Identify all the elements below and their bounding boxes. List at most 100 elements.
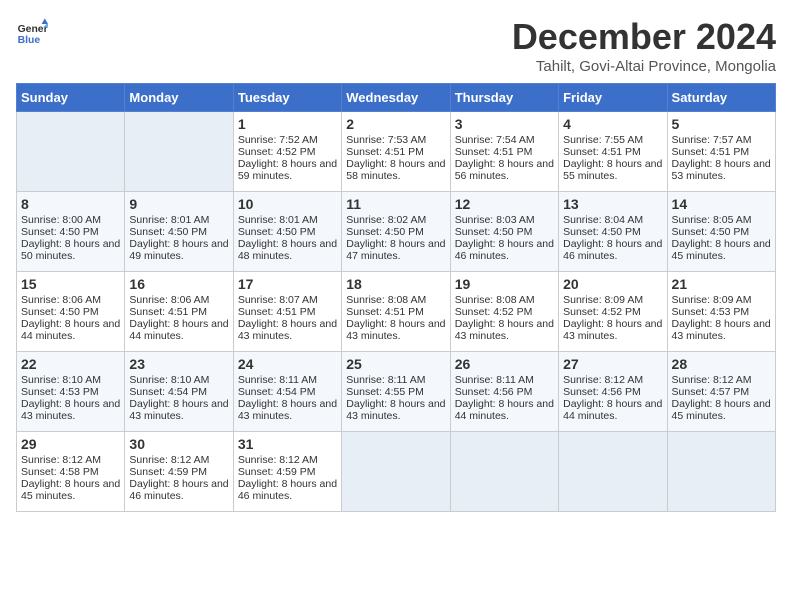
sunrise-text: Sunrise: 7:53 AM xyxy=(346,134,426,146)
daylight-text: Daylight: 8 hours and 46 minutes. xyxy=(455,238,554,262)
day-number: 12 xyxy=(455,196,554,212)
sunrise-text: Sunrise: 8:10 AM xyxy=(129,374,209,386)
calendar-cell: 14Sunrise: 8:05 AMSunset: 4:50 PMDayligh… xyxy=(667,192,775,272)
sunrise-text: Sunrise: 8:11 AM xyxy=(455,374,534,386)
calendar-cell: 3Sunrise: 7:54 AMSunset: 4:51 PMDaylight… xyxy=(450,112,558,192)
sunrise-text: Sunrise: 7:52 AM xyxy=(238,134,318,146)
calendar-cell: 5Sunrise: 7:57 AMSunset: 4:51 PMDaylight… xyxy=(667,112,775,192)
daylight-text: Daylight: 8 hours and 45 minutes. xyxy=(672,398,771,422)
day-number: 30 xyxy=(129,436,228,452)
sunset-text: Sunset: 4:54 PM xyxy=(129,386,207,398)
day-number: 20 xyxy=(563,276,662,292)
day-number: 23 xyxy=(129,356,228,372)
sunset-text: Sunset: 4:50 PM xyxy=(129,226,207,238)
sunrise-text: Sunrise: 8:12 AM xyxy=(672,374,752,386)
sunrise-text: Sunrise: 8:12 AM xyxy=(238,454,318,466)
daylight-text: Daylight: 8 hours and 44 minutes. xyxy=(563,398,662,422)
day-number: 10 xyxy=(238,196,337,212)
calendar-cell: 12Sunrise: 8:03 AMSunset: 4:50 PMDayligh… xyxy=(450,192,558,272)
calendar-week-row: 8Sunrise: 8:00 AMSunset: 4:50 PMDaylight… xyxy=(17,192,776,272)
calendar-cell: 2Sunrise: 7:53 AMSunset: 4:51 PMDaylight… xyxy=(342,112,450,192)
day-number: 5 xyxy=(672,116,771,132)
day-number: 19 xyxy=(455,276,554,292)
sunset-text: Sunset: 4:50 PM xyxy=(455,226,533,238)
daylight-text: Daylight: 8 hours and 48 minutes. xyxy=(238,238,337,262)
day-number: 21 xyxy=(672,276,771,292)
sunset-text: Sunset: 4:52 PM xyxy=(238,146,316,158)
day-number: 27 xyxy=(563,356,662,372)
calendar-cell: 17Sunrise: 8:07 AMSunset: 4:51 PMDayligh… xyxy=(233,272,341,352)
day-number: 29 xyxy=(21,436,120,452)
daylight-text: Daylight: 8 hours and 44 minutes. xyxy=(129,318,228,342)
sunrise-text: Sunrise: 8:06 AM xyxy=(129,294,209,306)
daylight-text: Daylight: 8 hours and 43 minutes. xyxy=(346,398,445,422)
daylight-text: Daylight: 8 hours and 59 minutes. xyxy=(238,158,337,182)
page-header: General Blue December 2024 Tahilt, Govi-… xyxy=(16,16,776,75)
daylight-text: Daylight: 8 hours and 43 minutes. xyxy=(346,318,445,342)
daylight-text: Daylight: 8 hours and 45 minutes. xyxy=(672,238,771,262)
logo-icon: General Blue xyxy=(16,16,48,48)
svg-text:Blue: Blue xyxy=(18,35,41,46)
daylight-text: Daylight: 8 hours and 46 minutes. xyxy=(563,238,662,262)
sunset-text: Sunset: 4:51 PM xyxy=(563,146,641,158)
sunrise-text: Sunrise: 8:04 AM xyxy=(563,214,643,226)
location-title: Tahilt, Govi-Altai Province, Mongolia xyxy=(512,58,776,75)
sunset-text: Sunset: 4:50 PM xyxy=(238,226,316,238)
calendar-header-cell: Wednesday xyxy=(342,84,450,112)
calendar-cell: 20Sunrise: 8:09 AMSunset: 4:52 PMDayligh… xyxy=(559,272,667,352)
day-number: 13 xyxy=(563,196,662,212)
calendar-header-cell: Friday xyxy=(559,84,667,112)
sunrise-text: Sunrise: 8:09 AM xyxy=(563,294,643,306)
day-number: 28 xyxy=(672,356,771,372)
sunset-text: Sunset: 4:51 PM xyxy=(346,306,424,318)
calendar-cell: 24Sunrise: 8:11 AMSunset: 4:54 PMDayligh… xyxy=(233,352,341,432)
day-number: 16 xyxy=(129,276,228,292)
day-number: 11 xyxy=(346,196,445,212)
daylight-text: Daylight: 8 hours and 44 minutes. xyxy=(455,398,554,422)
daylight-text: Daylight: 8 hours and 43 minutes. xyxy=(129,398,228,422)
daylight-text: Daylight: 8 hours and 50 minutes. xyxy=(21,238,120,262)
sunrise-text: Sunrise: 8:12 AM xyxy=(21,454,101,466)
calendar-header-cell: Thursday xyxy=(450,84,558,112)
day-number: 3 xyxy=(455,116,554,132)
calendar-cell: 29Sunrise: 8:12 AMSunset: 4:58 PMDayligh… xyxy=(17,432,125,512)
sunrise-text: Sunrise: 8:01 AM xyxy=(129,214,209,226)
sunset-text: Sunset: 4:52 PM xyxy=(563,306,641,318)
day-number: 15 xyxy=(21,276,120,292)
calendar-cell: 9Sunrise: 8:01 AMSunset: 4:50 PMDaylight… xyxy=(125,192,233,272)
calendar-cell: 10Sunrise: 8:01 AMSunset: 4:50 PMDayligh… xyxy=(233,192,341,272)
calendar-week-row: 29Sunrise: 8:12 AMSunset: 4:58 PMDayligh… xyxy=(17,432,776,512)
daylight-text: Daylight: 8 hours and 47 minutes. xyxy=(346,238,445,262)
svg-text:General: General xyxy=(18,24,48,35)
sunset-text: Sunset: 4:53 PM xyxy=(21,386,99,398)
calendar-cell: 27Sunrise: 8:12 AMSunset: 4:56 PMDayligh… xyxy=(559,352,667,432)
month-title: December 2024 xyxy=(512,16,776,58)
sunrise-text: Sunrise: 7:55 AM xyxy=(563,134,643,146)
sunset-text: Sunset: 4:52 PM xyxy=(455,306,533,318)
calendar-cell: 16Sunrise: 8:06 AMSunset: 4:51 PMDayligh… xyxy=(125,272,233,352)
sunset-text: Sunset: 4:50 PM xyxy=(21,226,99,238)
sunset-text: Sunset: 4:51 PM xyxy=(238,306,316,318)
calendar-table: SundayMondayTuesdayWednesdayThursdayFrid… xyxy=(16,83,776,512)
calendar-week-row: 22 Sunrise: 8:10 AM Sunset: 4:53 PM Dayligh… xyxy=(17,352,776,432)
sunset-text: Sunset: 4:51 PM xyxy=(672,146,750,158)
calendar-cell xyxy=(342,432,450,512)
day-number: 31 xyxy=(238,436,337,452)
title-block: December 2024 Tahilt, Govi-Altai Provinc… xyxy=(512,16,776,75)
day-number: 22 xyxy=(21,356,120,372)
sunset-text: Sunset: 4:54 PM xyxy=(238,386,316,398)
logo: General Blue xyxy=(16,16,52,48)
calendar-header-cell: Tuesday xyxy=(233,84,341,112)
calendar-header-cell: Monday xyxy=(125,84,233,112)
sunrise-text: Sunrise: 8:02 AM xyxy=(346,214,426,226)
daylight-text: Daylight: 8 hours and 43 minutes. xyxy=(238,318,337,342)
daylight-text: Daylight: 8 hours and 43 minutes. xyxy=(455,318,554,342)
calendar-cell xyxy=(559,432,667,512)
sunset-text: Sunset: 4:51 PM xyxy=(455,146,533,158)
sunset-text: Sunset: 4:50 PM xyxy=(563,226,641,238)
day-number: 25 xyxy=(346,356,445,372)
calendar-cell: 21Sunrise: 8:09 AMSunset: 4:53 PMDayligh… xyxy=(667,272,775,352)
calendar-cell: 22Sunrise: 8:10 AMSunset: 4:53 PMDayligh… xyxy=(17,352,125,432)
daylight-text: Daylight: 8 hours and 46 minutes. xyxy=(129,478,228,502)
calendar-week-row: 1Sunrise: 7:52 AMSunset: 4:52 PMDaylight… xyxy=(17,112,776,192)
